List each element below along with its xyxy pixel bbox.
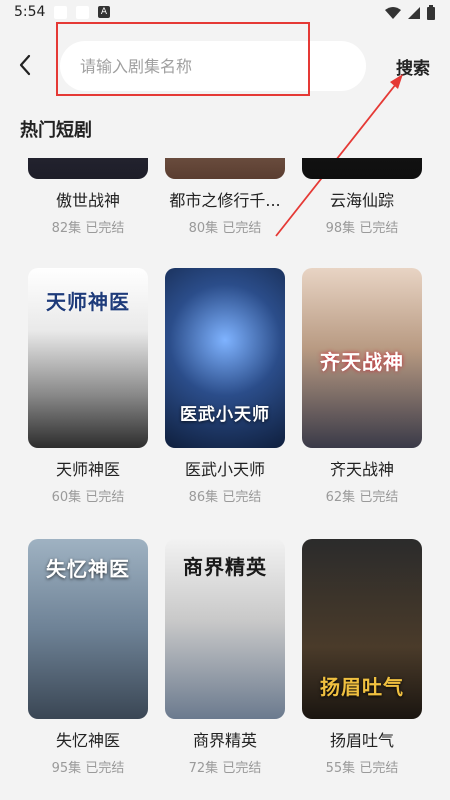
drama-meta: 82集 已完结 [51,221,125,236]
back-button[interactable] [14,52,36,78]
drama-poster: 天师神医 [28,268,148,448]
drama-name: 失忆神医 [55,731,120,750]
drama-card[interactable]: 云海仙踪 98集 已完结 [302,158,422,253]
drama-name: 商界精英 [192,731,257,750]
drama-card[interactable]: 齐天战神 齐天战神 62集 已完结 [302,268,422,522]
drama-poster [302,158,422,179]
drama-name: 傲世战神 [55,191,120,210]
drama-poster: 失忆神医 [28,539,148,719]
drama-poster: 商界精英 [165,539,285,719]
poster-title: 天师神医 [46,290,130,314]
wifi-icon [385,7,401,19]
status-time: 5:54 [14,4,46,20]
drama-meta: 80集 已完结 [188,221,262,236]
drama-name: 扬眉吐气 [329,731,394,750]
drama-poster: 医武小天师 [165,268,285,448]
poster-title: 医武小天师 [180,405,270,425]
app-notification-icon: A [98,6,110,18]
notification-icon [54,6,67,19]
status-bar: 5:54 A [0,0,450,26]
drama-meta: 95集 已完结 [51,761,125,776]
drama-card[interactable]: 都市之修行千... 80集 已完结 [165,158,285,253]
battery-icon [427,5,435,20]
search-input[interactable] [60,41,366,91]
drama-card[interactable]: 天师神医 天师神医 60集 已完结 [28,268,148,522]
drama-meta: 86集 已完结 [188,490,262,505]
drama-meta: 62集 已完结 [325,490,399,505]
poster-title: 商界精英 [183,555,267,579]
drama-name: 齐天战神 [329,460,394,479]
drama-name: 医武小天师 [184,460,265,479]
drama-name: 都市之修行千... [169,191,281,210]
search-box [60,41,366,91]
drama-poster: 扬眉吐气 [302,539,422,719]
chevron-left-icon [19,54,31,76]
drama-meta: 72集 已完结 [188,761,262,776]
section-title: 热门短剧 [20,120,92,141]
drama-name: 天师神医 [55,460,120,479]
poster-title: 扬眉吐气 [320,675,404,699]
drama-meta: 60集 已完结 [51,490,125,505]
poster-title: 齐天战神 [320,350,404,374]
drama-poster [28,158,148,179]
drama-card[interactable]: 傲世战神 82集 已完结 [28,158,148,253]
drama-meta: 98集 已完结 [325,221,399,236]
drama-poster: 齐天战神 [302,268,422,448]
notification-icon [76,6,89,19]
drama-grid[interactable]: 傲世战神 82集 已完结 都市之修行千... 80集 已完结 云海仙踪 98集 … [0,158,450,800]
drama-meta: 55集 已完结 [325,761,399,776]
drama-poster [165,158,285,179]
drama-name: 云海仙踪 [329,191,394,210]
drama-card[interactable]: 医武小天师 医武小天师 86集 已完结 [165,268,285,522]
drama-card[interactable]: 失忆神医 失忆神医 95集 已完结 [28,539,148,793]
signal-icon [408,7,420,19]
drama-card[interactable]: 商界精英 商界精英 72集 已完结 [165,539,285,793]
search-button[interactable]: 搜索 [396,54,430,79]
poster-title: 失忆神医 [46,557,130,581]
drama-card[interactable]: 扬眉吐气 扬眉吐气 55集 已完结 [302,539,422,793]
